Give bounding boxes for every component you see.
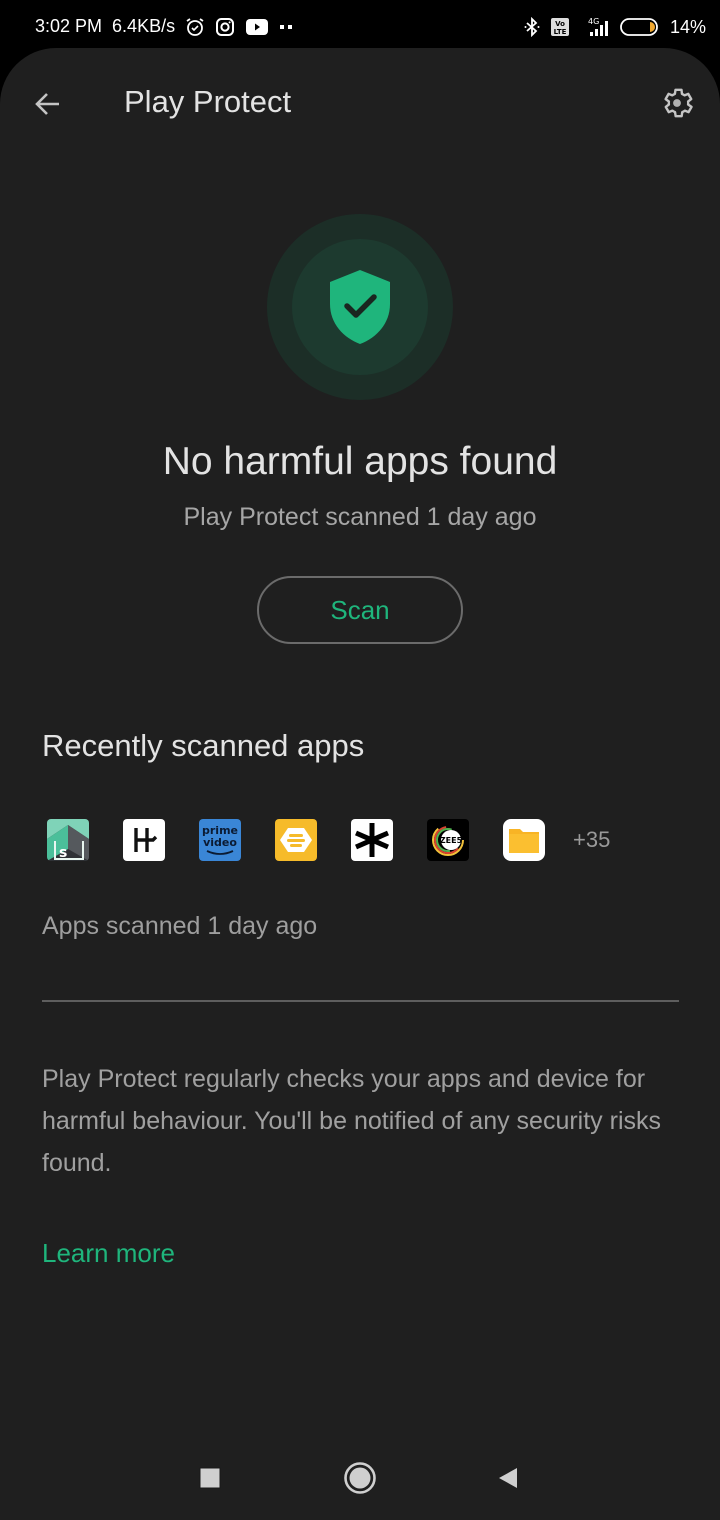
network-speed: 6.4KB/s <box>112 16 176 36</box>
recents-square-icon <box>199 1467 221 1489</box>
battery-percent: 14% <box>669 16 706 37</box>
asterisk-app-icon <box>351 819 393 861</box>
recents-button[interactable] <box>190 1458 230 1498</box>
recent-apps-heading: Recently scanned apps <box>42 728 365 763</box>
svg-text:video: video <box>203 836 237 849</box>
apps-scanned-text: Apps scanned 1 day ago <box>42 912 318 940</box>
arrow-left-icon <box>35 93 59 115</box>
toolbar: Play Protect <box>0 48 720 158</box>
battery-icon <box>620 17 660 37</box>
status-headline: No harmful apps found <box>162 440 558 483</box>
youtube-icon <box>245 18 269 36</box>
svg-text:4G: 4G <box>588 17 599 26</box>
page-title: Play Protect <box>124 84 292 119</box>
zee5-app-icon: ZEE5 <box>427 819 469 861</box>
home-button[interactable] <box>340 1458 380 1498</box>
signal-4g-icon: 4G <box>580 16 610 38</box>
spaces-app-icon: s <box>47 819 89 861</box>
back-button[interactable] <box>28 84 68 124</box>
status-illustration <box>267 214 453 400</box>
info-description: Play Protect regularly checks your apps … <box>42 1065 662 1177</box>
svg-text:Vo: Vo <box>555 20 565 28</box>
more-dots-icon <box>279 24 293 30</box>
headway-app-icon <box>123 819 165 861</box>
recent-apps-list: s prime video ZEE5 +35 <box>47 818 610 862</box>
clock: 3:02 PM <box>35 16 103 36</box>
shield-check-icon <box>330 270 390 344</box>
back-nav-button[interactable] <box>488 1458 528 1498</box>
play-protect-screen: Play Protect No harmful apps found Play … <box>0 48 720 1520</box>
last-scan-text: Play Protect scanned 1 day ago <box>183 503 537 531</box>
learn-more-link[interactable]: Learn more <box>42 1238 175 1269</box>
settings-button[interactable] <box>656 82 698 124</box>
alarm-icon <box>185 17 205 37</box>
files-app-icon <box>503 819 545 861</box>
status-bar: 3:02 PM 6.4KB/s Vo LTE 4G 14% <box>0 0 720 48</box>
bluetooth-icon <box>524 17 540 37</box>
scan-button[interactable]: Scan <box>257 576 463 644</box>
svg-text:LTE: LTE <box>554 28 567 36</box>
home-circle-icon <box>344 1462 376 1494</box>
system-nav-bar <box>0 1436 720 1520</box>
bumble-app-icon <box>275 819 317 861</box>
back-triangle-icon <box>499 1468 517 1488</box>
svg-text:ZEE5: ZEE5 <box>440 836 463 845</box>
divider <box>42 1000 679 1002</box>
instagram-icon <box>215 17 235 37</box>
volte-icon: Vo LTE <box>550 17 570 37</box>
gear-icon <box>664 88 693 118</box>
svg-text:s: s <box>59 845 67 861</box>
more-apps-count: +35 <box>573 827 611 852</box>
prime-video-app-icon: prime video <box>199 819 241 861</box>
